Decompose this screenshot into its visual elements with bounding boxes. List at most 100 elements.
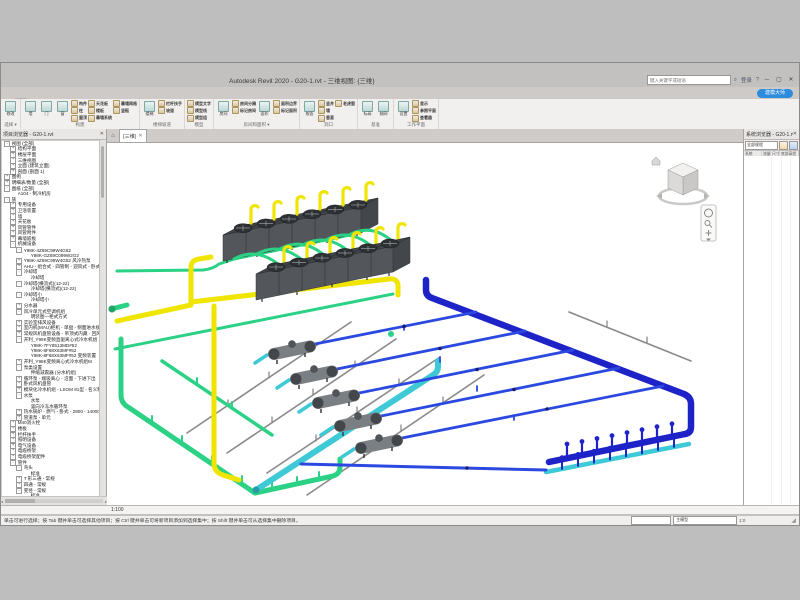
tag-room-button[interactable]: 标记房间 [232,107,256,114]
expand-toggle-icon[interactable]: - [16,488,22,494]
redo-icon[interactable] [48,71,57,80]
drawing-canvas[interactable] [107,142,743,506]
expand-toggle-icon[interactable]: - [16,281,22,287]
green-valve[interactable] [388,331,394,337]
tool-icon [71,107,78,114]
tool-icon [412,107,419,114]
viewcube[interactable] [652,157,710,204]
cyan-pipe-cap[interactable] [253,487,260,494]
restore-button[interactable]: ▢ [774,76,784,85]
tag-area-button[interactable]: 标记面积 [273,107,297,114]
model-text-button[interactable]: 模型文字 [187,100,211,107]
workset-select[interactable] [631,516,671,525]
horizontal-scrollbar[interactable]: ◂▸ [1,496,107,505]
open-icon[interactable] [15,71,24,80]
ref-plane-button[interactable]: 参照平面 [412,107,436,114]
design-option-select[interactable]: 主模型 [673,516,737,525]
minimize-button[interactable]: ─ [762,76,772,85]
vertical-scrollbar[interactable] [99,140,106,497]
show-workplane-button[interactable]: 显示 [412,100,436,107]
expand-toggle-icon[interactable]: - [16,247,22,253]
wall-button[interactable]: 墙 [23,100,38,122]
window-button[interactable]: 窗 [55,100,70,122]
expand-toggle-icon[interactable]: - [16,392,22,398]
area-button[interactable]: 面积 [257,100,272,122]
stair-button[interactable]: 楼梯 [142,100,157,122]
floor-button[interactable]: 楼板 [88,107,112,114]
level-button[interactable]: 标高 [360,100,375,122]
panel-label: 选择 ▾ [3,122,18,128]
system-browser-title: 系统浏览器 - G20-1.rvt [746,131,793,138]
navigation-bar[interactable] [701,205,716,241]
search-icon[interactable]: ⌕ [733,77,738,84]
grid-button[interactable]: 轴网 [376,100,391,122]
scale-button[interactable]: 1:100 [111,507,124,513]
ceiling-button[interactable]: 天花板 [88,100,112,107]
room-button[interactable]: 房间 [216,100,231,122]
section-icon[interactable] [114,71,123,80]
expand-toggle-icon[interactable]: - [16,292,22,298]
ramp-button[interactable]: 坡道 [158,107,182,114]
curtain-system-button[interactable]: 幕墙系统 [88,115,112,122]
expand-toggle-icon[interactable]: - [16,309,22,315]
viewer-button[interactable]: 查看器 [412,115,436,122]
vertical-opening-button[interactable]: 垂直 [318,115,334,122]
set-workplane-button[interactable]: 设置 [396,100,411,122]
room-separator-button[interactable]: 房间分隔 [232,100,256,107]
project-browser-header: 项目浏览器 - G20-1.rvt ✕ [1,129,106,140]
home-icon[interactable]: ⌂ [107,131,119,142]
plugin-button[interactable]: 建模大师 [757,89,793,98]
default-3d-view-icon[interactable] [103,71,112,80]
shaft-opening-button[interactable]: 竖井 [318,100,334,107]
close-icon[interactable]: ✕ [100,131,104,137]
opening-by-face-button[interactable]: 按面 [302,100,317,122]
expand-toggle-icon[interactable]: - [16,465,22,471]
measure-icon[interactable] [70,71,79,80]
green-pipe-flange[interactable] [109,306,116,313]
discipline-select[interactable]: 全部规程 [745,141,778,150]
revit-window: Autodesk Revit 2020 - G20-1.rvt - 三维视图: … [0,62,800,526]
dormer-opening-button[interactable]: 老虎窗 [335,100,355,107]
save-icon[interactable] [26,71,35,80]
tree-item[interactable]: - 开利_Y98K变频直驱离心式冷水机组 [2,337,99,343]
close-icon[interactable]: ✕ [793,131,797,137]
revit-logo[interactable] [4,71,13,80]
close-view-icon[interactable]: ✕ [138,133,142,139]
wall-opening-button[interactable]: 墙 [318,107,334,114]
view-tab-3d[interactable]: {三维} ✕ [119,129,147,142]
resize-grip[interactable]: ◢ [791,517,796,524]
customize-qat-icon[interactable] [158,71,167,80]
curtain-grid-button[interactable]: 幕墙网格 [113,100,137,107]
expand-toggle-icon[interactable]: - [16,269,22,275]
mullion-button[interactable]: 竖梃 [113,107,137,114]
railing-button[interactable]: 栏杆扶手 [158,100,182,107]
modify-button[interactable]: 修改 [3,100,18,122]
autofit-columns-icon[interactable] [779,141,788,150]
area-boundary-button[interactable]: 面积边界 [273,100,297,107]
switch-windows-icon[interactable] [147,71,156,80]
tool-icon [232,100,239,107]
thin-lines-icon[interactable] [125,71,134,80]
ribbon-panel-select: 修改 选择 ▾ [1,99,21,129]
sign-in-button[interactable]: 登录 [740,76,753,84]
model-group-button[interactable]: 模型组 [187,115,211,122]
infocenter-search-input[interactable] [647,75,731,85]
system-browser-toolbar: 全部规程 [744,140,799,151]
close-hidden-windows-icon[interactable] [136,71,145,80]
tool-icon [412,100,419,107]
help-icon[interactable]: ? [755,77,760,83]
column-settings-icon[interactable] [789,141,798,150]
expand-toggle-icon[interactable]: - [16,336,22,342]
undo-icon[interactable] [37,71,46,80]
door-button[interactable]: 门 [39,100,54,122]
desktop-backdrop: Autodesk Revit 2020 - G20-1.rvt - 三维视图: … [0,0,800,600]
roof-button[interactable]: 屋顶 [71,115,87,122]
print-icon[interactable] [59,71,68,80]
aligned-dimension-icon[interactable] [81,71,90,80]
text-icon[interactable] [92,71,101,80]
close-button[interactable]: ✕ [786,76,796,85]
column-button[interactable]: 柱 [71,107,87,114]
expand-toggle-icon[interactable]: - [16,364,22,370]
model-line-button[interactable]: 模型线 [187,107,211,114]
component-button[interactable]: 构件 [71,100,87,107]
